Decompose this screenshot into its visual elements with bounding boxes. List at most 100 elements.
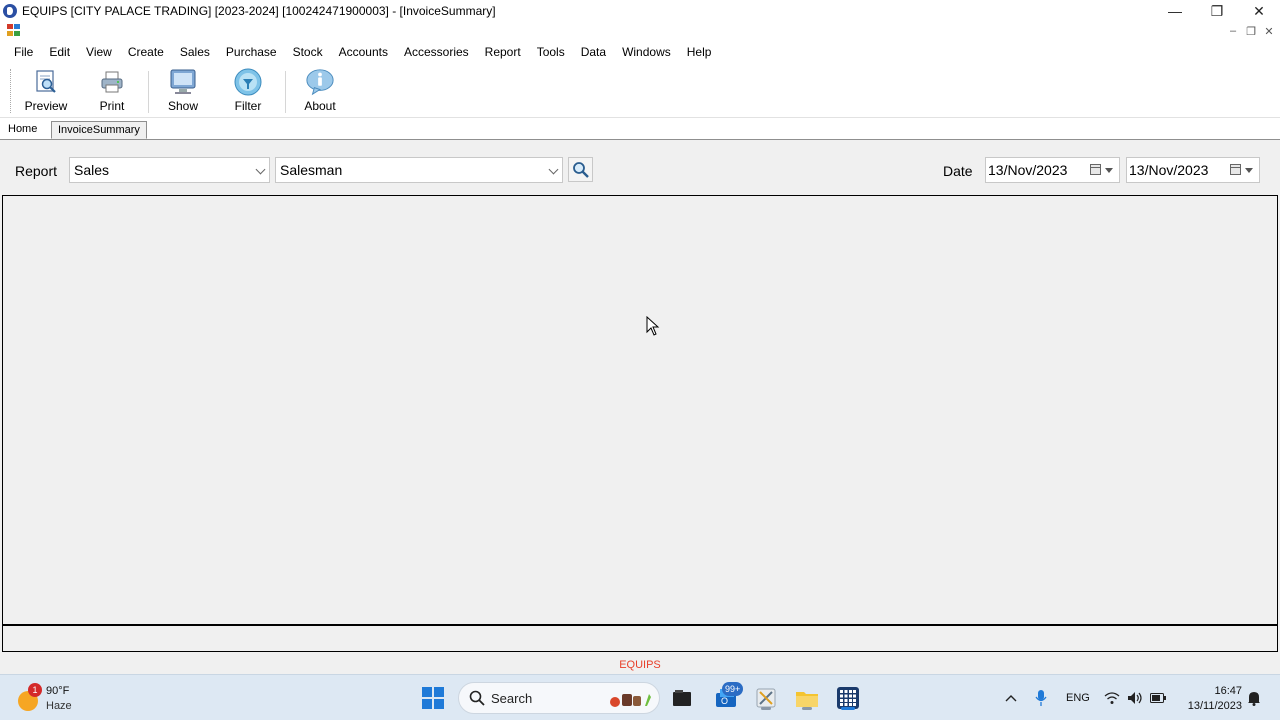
menu-windows[interactable]: Windows — [614, 41, 679, 63]
menu-help[interactable]: Help — [679, 41, 720, 63]
menu-stock[interactable]: Stock — [285, 41, 331, 63]
close-button[interactable]: ✕ — [1238, 0, 1280, 22]
calendar-icon[interactable] — [1090, 164, 1101, 175]
dropdown-arrow-icon[interactable] — [1245, 168, 1253, 173]
report-type-select[interactable]: Sales — [69, 157, 270, 183]
mdi-window-icon[interactable] — [7, 24, 21, 37]
taskbar: 1 90°F Haze Search O 99+ ENG 16:47 13/11… — [0, 674, 1280, 720]
toolbar-grip[interactable] — [10, 69, 12, 113]
system-clock[interactable]: 16:47 13/11/2023 — [1178, 684, 1242, 714]
report-grid-area[interactable] — [2, 195, 1278, 625]
window-title: EQUIPS [CITY PALACE TRADING] [2023-2024]… — [22, 4, 496, 18]
menu-tools[interactable]: Tools — [529, 41, 573, 63]
running-indicator — [802, 707, 812, 710]
show-label: Show — [167, 99, 199, 113]
search-button[interactable] — [568, 157, 593, 182]
info-bubble-icon — [305, 67, 335, 97]
filter-button[interactable]: Filter — [220, 67, 276, 115]
about-button[interactable]: About — [292, 67, 348, 115]
tray-overflow-button[interactable] — [1004, 675, 1018, 720]
battery-icon — [1150, 693, 1166, 703]
weather-widget[interactable]: 1 90°F Haze — [16, 681, 106, 715]
search-label: Search — [491, 691, 533, 706]
chevron-up-icon — [1005, 695, 1017, 702]
search-icon — [469, 690, 485, 706]
weather-condition: Haze — [46, 700, 72, 712]
mdi-close-button[interactable]: ✕ — [1262, 23, 1276, 39]
taskbar-app-explorer-dark[interactable] — [668, 684, 696, 712]
language-indicator[interactable]: ENG — [1066, 675, 1090, 720]
tab-invoice-summary[interactable]: InvoiceSummary — [51, 121, 147, 139]
taskbar-app-file-explorer[interactable] — [793, 684, 821, 712]
preview-button[interactable]: Preview — [18, 67, 74, 115]
battery-button[interactable] — [1150, 675, 1166, 720]
show-button[interactable]: Show — [155, 67, 211, 115]
title-bar: EQUIPS [CITY PALACE TRADING] [2023-2024]… — [0, 0, 1280, 22]
menu-create[interactable]: Create — [120, 41, 172, 63]
date-from-value: 13/Nov/2023 — [988, 162, 1068, 178]
microphone-button[interactable] — [1035, 675, 1047, 720]
menu-sales[interactable]: Sales — [172, 41, 218, 63]
preview-icon — [31, 67, 61, 97]
minimize-button[interactable]: — — [1154, 0, 1196, 22]
app-name-status: EQUIPS — [619, 659, 661, 671]
chevron-down-icon[interactable] — [548, 164, 559, 175]
date-label: Date — [943, 163, 973, 179]
chevron-down-icon[interactable] — [255, 164, 266, 175]
active-app-indicator — [841, 707, 855, 710]
dropdown-arrow-icon[interactable] — [1105, 168, 1113, 173]
mouse-pointer-icon — [646, 316, 660, 336]
restore-button[interactable]: ❐ — [1196, 0, 1238, 22]
temperature: 90°F — [46, 685, 70, 697]
taskbar-app-tools[interactable] — [752, 684, 780, 712]
speaker-icon — [1128, 692, 1142, 704]
report-type-value: Sales — [74, 162, 110, 178]
menu-view[interactable]: View — [78, 41, 120, 63]
window-controls: — ❐ ✕ — [1154, 0, 1280, 22]
wifi-button[interactable] — [1104, 675, 1120, 720]
mdi-control-row: – ❐ ✕ — [0, 22, 1280, 41]
svg-text:O: O — [721, 696, 728, 706]
report-footer-panel — [2, 624, 1278, 652]
filter-globe-icon — [233, 67, 263, 97]
status-bar: EQUIPS — [0, 656, 1280, 674]
menu-data[interactable]: Data — [573, 41, 614, 63]
report-label: Report — [15, 163, 58, 179]
menu-file[interactable]: File — [6, 41, 41, 63]
app-logo-icon — [3, 4, 17, 18]
print-button[interactable]: Print — [84, 67, 140, 115]
taskbar-search[interactable]: Search — [458, 682, 660, 714]
date-from-picker[interactable]: 13/Nov/2023 — [985, 157, 1120, 183]
running-indicator — [761, 707, 771, 710]
microphone-icon — [1035, 690, 1047, 706]
mdi-restore-button[interactable]: ❐ — [1244, 23, 1258, 39]
preview-label: Preview — [24, 99, 68, 113]
start-button[interactable] — [422, 687, 444, 709]
clock-time: 16:47 — [1214, 685, 1242, 697]
search-highlight-icon — [610, 694, 651, 707]
tab-home[interactable]: Home — [2, 121, 43, 139]
taskbar-app-equips[interactable] — [834, 684, 862, 712]
group-by-value: Salesman — [280, 162, 343, 178]
mdi-minimize-button[interactable]: – — [1226, 23, 1240, 39]
menu-accessories[interactable]: Accessories — [396, 41, 477, 63]
tab-strip: Home InvoiceSummary — [0, 118, 1280, 140]
menu-purchase[interactable]: Purchase — [218, 41, 285, 63]
print-label: Print — [99, 99, 125, 113]
filter-label: Filter — [234, 99, 262, 113]
group-by-select[interactable]: Salesman — [275, 157, 563, 183]
date-to-value: 13/Nov/2023 — [1129, 162, 1209, 178]
mdi-controls: – ❐ ✕ — [1226, 23, 1276, 39]
menu-accounts[interactable]: Accounts — [331, 41, 396, 63]
date-to-picker[interactable]: 13/Nov/2023 — [1126, 157, 1260, 183]
search-icon — [572, 161, 589, 178]
notification-bell-icon — [1248, 692, 1260, 706]
menu-edit[interactable]: Edit — [41, 41, 78, 63]
printer-icon — [97, 67, 127, 97]
toolbar: Preview Print Show Filter About — [0, 63, 1280, 118]
notifications-button[interactable] — [1247, 675, 1261, 720]
volume-button[interactable] — [1127, 675, 1143, 720]
wifi-icon — [1104, 692, 1120, 704]
menu-report[interactable]: Report — [477, 41, 529, 63]
calendar-icon[interactable] — [1230, 164, 1241, 175]
